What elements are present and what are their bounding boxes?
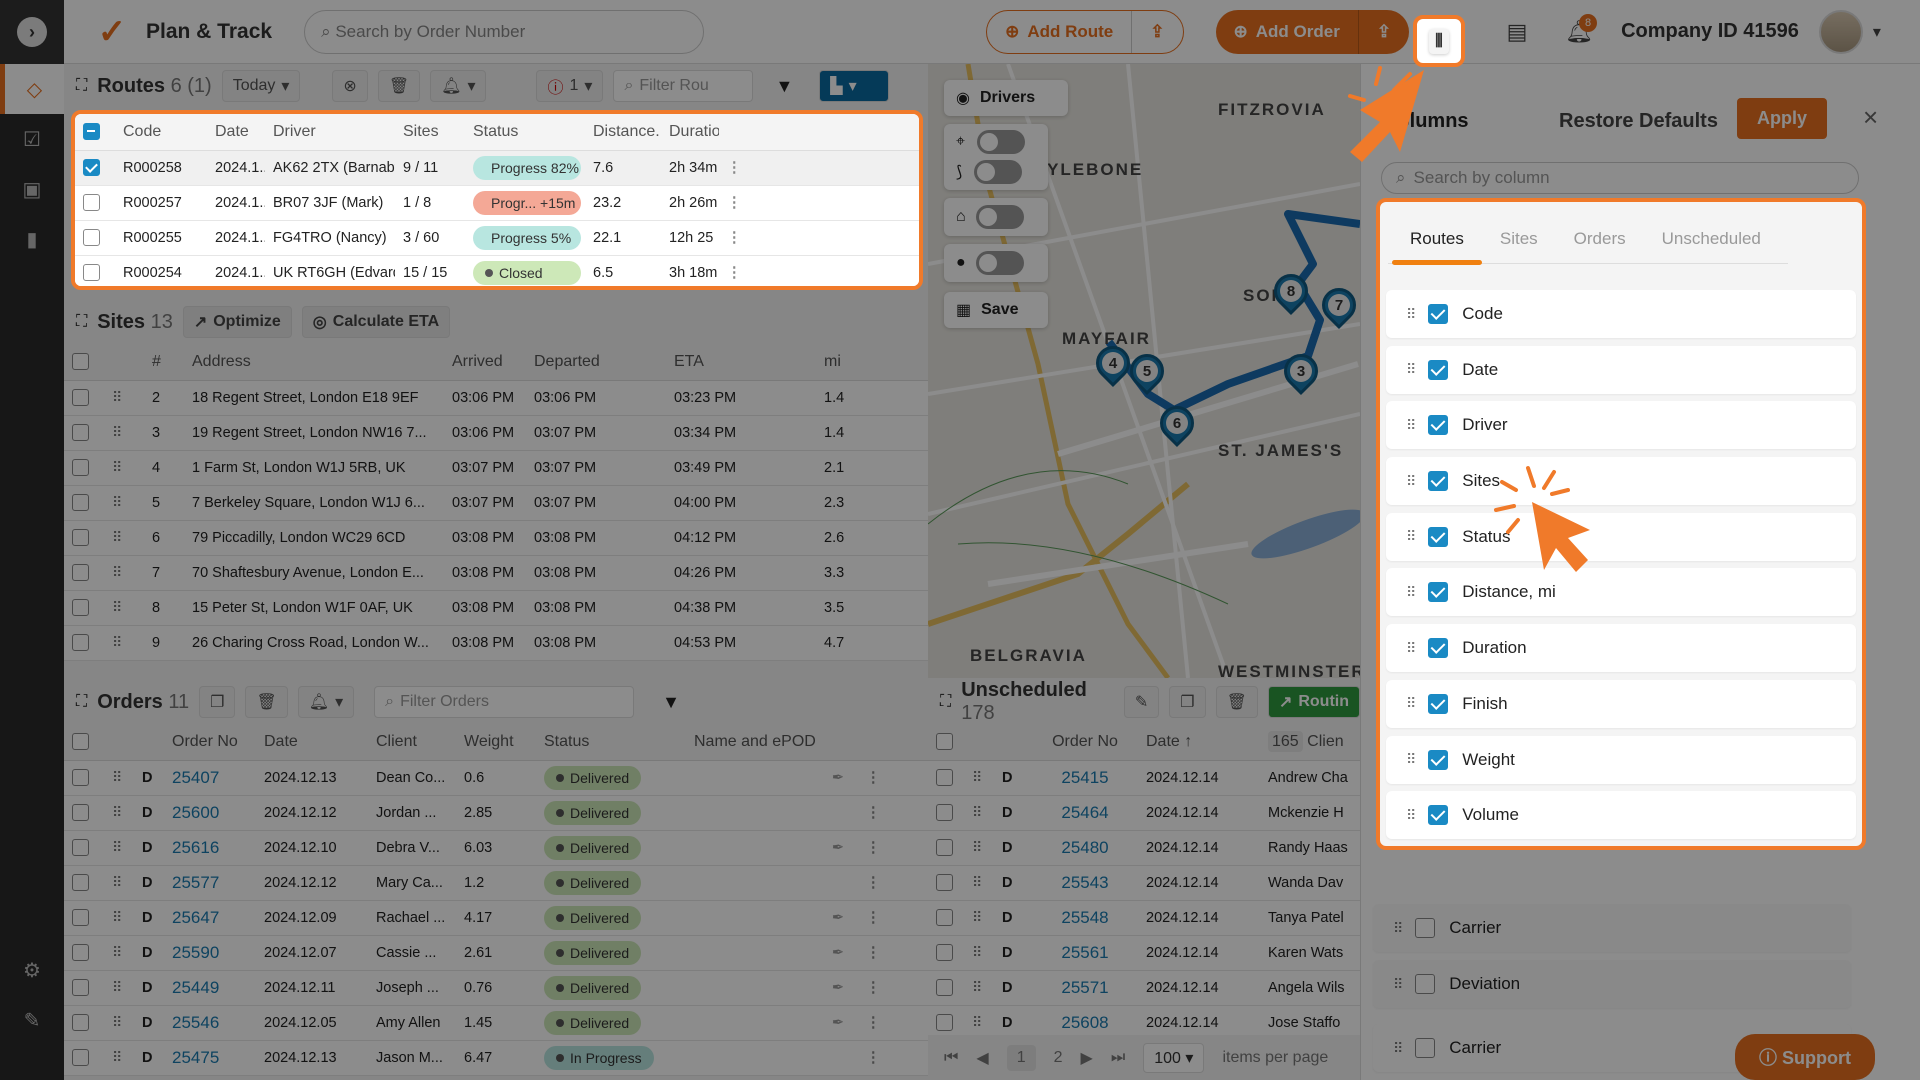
route-code: R000255 bbox=[115, 220, 207, 256]
row-checkbox[interactable] bbox=[83, 229, 100, 246]
column-item[interactable]: ⠿ Volume bbox=[1386, 791, 1856, 840]
column-item[interactable]: ⠿ Code bbox=[1386, 290, 1856, 338]
route-sites: 9 / 11 bbox=[395, 150, 465, 186]
column-checkbox[interactable] bbox=[1428, 582, 1449, 603]
column-checkbox[interactable] bbox=[1428, 749, 1449, 770]
column-header[interactable]: Driver bbox=[265, 114, 395, 151]
status-badge: Progr... +15m bbox=[473, 190, 581, 215]
column-item[interactable]: ⠿ Finish bbox=[1386, 679, 1856, 728]
route-distance: 7.6 bbox=[585, 150, 661, 186]
route-sites: 15 / 15 bbox=[395, 255, 465, 286]
route-code: R000257 bbox=[115, 185, 207, 221]
column-header[interactable]: Status bbox=[465, 114, 585, 151]
row-menu-icon[interactable]: ⋮ bbox=[719, 255, 919, 286]
status-badge: Closed bbox=[473, 260, 581, 285]
column-checkbox[interactable] bbox=[1428, 693, 1449, 714]
drag-handle-icon[interactable]: ⠿ bbox=[1406, 361, 1416, 378]
row-checkbox[interactable] bbox=[83, 194, 100, 211]
tab-orders[interactable]: Orders bbox=[1574, 214, 1626, 263]
route-date: 2024.1... bbox=[207, 185, 265, 221]
tab-sites[interactable]: Sites bbox=[1500, 214, 1538, 263]
select-all-checkbox[interactable] bbox=[83, 123, 100, 141]
column-checkbox[interactable] bbox=[1428, 415, 1449, 436]
route-row[interactable]: R000254 2024.1... UK RT6GH (Edvard) 15 /… bbox=[75, 255, 919, 286]
column-item[interactable]: ⠿ Distance, mi bbox=[1386, 568, 1856, 617]
app-root: › ◇ ☑ ▣ ▮ ⚙ ✎ ✓ Plan & Track ⌕ Search by… bbox=[0, 0, 1920, 1080]
route-row[interactable]: R000257 2024.1... BR07 3JF (Mark) 1 / 8 … bbox=[75, 185, 919, 221]
route-driver: UK RT6GH (Edvard) bbox=[265, 255, 395, 286]
column-checkbox[interactable] bbox=[1428, 304, 1449, 324]
status-badge: Progress 82% bbox=[473, 155, 581, 180]
tab-routes[interactable]: Routes bbox=[1392, 214, 1482, 265]
tab-unscheduled[interactable]: Unscheduled bbox=[1662, 214, 1761, 263]
row-menu-icon[interactable]: ⋮ bbox=[719, 150, 919, 186]
drag-handle-icon[interactable]: ⠿ bbox=[1406, 751, 1416, 768]
drag-handle-icon[interactable]: ⠿ bbox=[1406, 473, 1416, 490]
column-item[interactable]: ⠿ Weight bbox=[1386, 735, 1856, 784]
route-distance: 6.5 bbox=[585, 255, 661, 286]
columns-list-highlight: Routes Sites Orders Unscheduled ⠿ Code ⠿ Da… bbox=[1376, 198, 1866, 850]
route-row[interactable]: R000258 2024.1... AK62 2TX (Barnaby) 9 /… bbox=[75, 150, 919, 186]
column-header[interactable]: Date bbox=[207, 114, 265, 151]
column-checkbox[interactable] bbox=[1428, 471, 1449, 492]
column-header[interactable]: Distance... bbox=[585, 114, 661, 151]
drag-handle-icon[interactable]: ⠿ bbox=[1406, 584, 1416, 601]
column-item[interactable]: ⠿ Status bbox=[1386, 512, 1856, 561]
route-date: 2024.1... bbox=[207, 255, 265, 286]
column-item[interactable]: ⠿ Driver bbox=[1386, 401, 1856, 450]
route-sites: 1 / 8 bbox=[395, 185, 465, 221]
route-duration: 2h 34m bbox=[661, 150, 719, 186]
row-checkbox[interactable] bbox=[83, 159, 100, 176]
visible-columns-list: ⠿ Code ⠿ Date ⠿ Driver ⠿ Sites ⠿ Status ⠿ Distance,… bbox=[1380, 264, 1862, 840]
drag-handle-icon[interactable]: ⠿ bbox=[1406, 695, 1416, 712]
row-checkbox[interactable] bbox=[83, 264, 100, 281]
route-driver: BR07 3JF (Mark) bbox=[265, 185, 395, 221]
drag-handle-icon[interactable]: ⠿ bbox=[1406, 306, 1416, 323]
route-distance: 23.2 bbox=[585, 185, 661, 221]
status-badge: Progress 5% bbox=[473, 225, 581, 250]
column-header[interactable]: Code bbox=[115, 114, 207, 151]
route-date: 2024.1... bbox=[207, 150, 265, 186]
cursor-pointer-icon bbox=[1348, 66, 1424, 162]
drag-handle-icon[interactable]: ⠿ bbox=[1406, 417, 1416, 434]
column-item[interactable]: ⠿ Date bbox=[1386, 345, 1856, 394]
row-menu-icon[interactable]: ⋮ bbox=[719, 185, 919, 221]
column-item[interactable]: ⠿ Sites bbox=[1386, 457, 1856, 506]
route-sites: 3 / 60 bbox=[395, 220, 465, 256]
route-duration: 2h 26m bbox=[661, 185, 719, 221]
routes-table-highlight: Code Date Driver Sites Status Distance..… bbox=[71, 110, 923, 290]
column-header[interactable]: Duratio bbox=[661, 114, 719, 151]
route-duration: 12h 25 bbox=[661, 220, 719, 256]
drag-handle-icon[interactable]: ⠿ bbox=[1406, 807, 1416, 824]
route-date: 2024.1... bbox=[207, 220, 265, 256]
route-driver: FG4TRO (Nancy) bbox=[265, 220, 395, 256]
route-duration: 3h 18m bbox=[661, 255, 719, 286]
route-driver: AK62 2TX (Barnaby) bbox=[265, 150, 395, 186]
route-row[interactable]: R000255 2024.1... FG4TRO (Nancy) 3 / 60 … bbox=[75, 220, 919, 256]
columns-tabs: Routes Sites Orders Unscheduled bbox=[1388, 214, 1788, 265]
column-checkbox[interactable] bbox=[1428, 359, 1449, 380]
column-header[interactable]: Sites bbox=[395, 114, 465, 151]
column-checkbox[interactable] bbox=[1428, 526, 1449, 547]
status-dot-icon bbox=[485, 268, 493, 277]
routes-table: Code Date Driver Sites Status Distance..… bbox=[75, 114, 919, 286]
drag-handle-icon[interactable]: ⠿ bbox=[1406, 640, 1416, 657]
column-checkbox[interactable] bbox=[1428, 638, 1449, 659]
row-menu-icon[interactable]: ⋮ bbox=[719, 220, 919, 256]
drag-handle-icon[interactable]: ⠿ bbox=[1406, 528, 1416, 545]
column-checkbox[interactable] bbox=[1428, 805, 1449, 826]
cursor-pointer-icon bbox=[1494, 466, 1590, 572]
route-code: R000254 bbox=[115, 255, 207, 286]
column-item[interactable]: ⠿ Duration bbox=[1386, 624, 1856, 673]
columns-icon: ⦀ bbox=[1429, 28, 1449, 54]
route-code: R000258 bbox=[115, 150, 207, 186]
route-distance: 22.1 bbox=[585, 220, 661, 256]
